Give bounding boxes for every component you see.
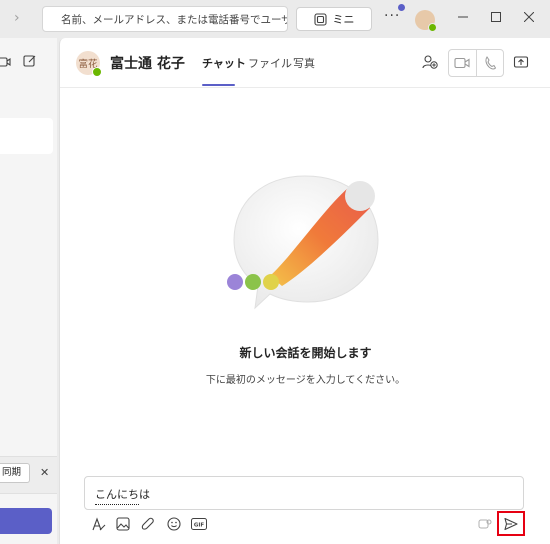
- more-options-button[interactable]: ···: [384, 8, 400, 24]
- emoji-button[interactable]: [166, 516, 182, 532]
- notification-dot: [398, 4, 405, 11]
- loop-button[interactable]: [477, 516, 493, 532]
- empty-state-title: 新しい会話を開始します: [239, 346, 372, 360]
- call-buttons: [448, 49, 504, 77]
- title-bar: › 名前、メールアドレス、または電話番号でユーザー ミニ ···: [0, 0, 550, 38]
- audio-call-button[interactable]: [477, 50, 504, 76]
- search-box[interactable]: 名前、メールアドレス、または電話番号でユーザー: [42, 6, 288, 32]
- search-placeholder[interactable]: 名前、メールアドレス、または電話番号でユーザー: [61, 12, 287, 27]
- chat-list-pane: 同期 ✕: [0, 38, 57, 544]
- presence-available-icon: [92, 67, 102, 77]
- gif-icon: GIF: [191, 518, 207, 530]
- chat-pane: 富花 富士通 花子 チャット ファイル 写真 新しい会話を開始します 下に最初の…: [59, 38, 550, 544]
- minimize-icon: [458, 16, 468, 18]
- mini-window-icon: [313, 12, 327, 26]
- send-icon: [504, 517, 518, 530]
- mini-window-button[interactable]: ミニ: [296, 7, 372, 31]
- maximize-icon: [491, 12, 501, 22]
- new-chat-icon[interactable]: [23, 54, 37, 68]
- loop-icon: [478, 519, 492, 529]
- format-button[interactable]: [90, 516, 106, 532]
- mini-label: ミニ: [332, 13, 355, 26]
- dismiss-icon[interactable]: ✕: [40, 466, 49, 479]
- chat-header: 富花 富士通 花子 チャット ファイル 写真: [60, 38, 550, 88]
- maximize-button[interactable]: [488, 9, 504, 25]
- profile-avatar[interactable]: [415, 10, 437, 32]
- tab-files[interactable]: ファイル: [248, 55, 292, 71]
- contact-name[interactable]: 富士通 花子: [110, 53, 185, 73]
- format-icon: [91, 516, 105, 530]
- image-button[interactable]: [115, 516, 131, 532]
- send-button[interactable]: [497, 511, 525, 536]
- minimize-button[interactable]: [455, 9, 471, 25]
- image-icon: [116, 517, 130, 531]
- chat-list-header: [0, 54, 57, 72]
- forward-arrow-icon[interactable]: ›: [14, 10, 20, 26]
- close-icon: [524, 12, 534, 22]
- presence-available-icon: [428, 23, 437, 32]
- emoji-icon: [167, 517, 181, 531]
- video-call-icon: [454, 57, 470, 69]
- video-call-button[interactable]: [449, 50, 477, 76]
- attach-icon: [141, 517, 154, 530]
- tab-chat[interactable]: チャット: [202, 55, 246, 71]
- primary-action-button[interactable]: [0, 508, 52, 534]
- message-compose-box[interactable]: こんにちは: [84, 476, 524, 510]
- empty-state-subtitle: 下に最初のメッセージを入力してください。: [205, 375, 406, 386]
- share-screen-icon[interactable]: [513, 54, 529, 70]
- new-conversation-illustration: [227, 175, 379, 310]
- attach-button[interactable]: [140, 516, 156, 532]
- gif-button[interactable]: GIF: [191, 516, 207, 532]
- active-tab-indicator: [202, 84, 235, 86]
- close-button[interactable]: [521, 9, 537, 25]
- chat-list-item[interactable]: [0, 118, 53, 154]
- suggestion-chip[interactable]: 同期: [0, 463, 30, 483]
- add-people-icon[interactable]: [422, 54, 438, 70]
- message-input[interactable]: こんにちは: [95, 486, 150, 505]
- tab-photos[interactable]: 写真: [293, 55, 315, 71]
- contact-avatar[interactable]: 富花: [76, 51, 102, 77]
- svg-text:GIF: GIF: [194, 523, 205, 529]
- audio-call-icon: [485, 56, 496, 70]
- meet-now-icon[interactable]: [0, 56, 12, 68]
